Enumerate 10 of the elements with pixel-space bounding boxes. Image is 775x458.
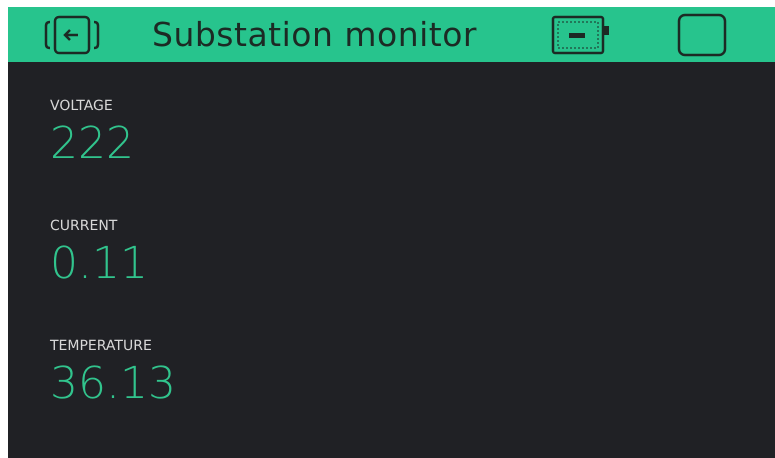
widget-value: 0.11 [50,240,148,288]
widget-value: 222 [50,120,134,168]
app-title: Substation monitor [152,15,477,54]
widget-label: TEMPERATURE [50,338,152,354]
device-icon[interactable] [550,14,611,56]
widget-label: CURRENT [50,218,118,234]
widget-label: VOLTAGE [50,98,113,114]
square-icon[interactable] [676,12,727,56]
widget-value: 36.13 [50,360,176,408]
exit-icon[interactable] [44,14,100,56]
